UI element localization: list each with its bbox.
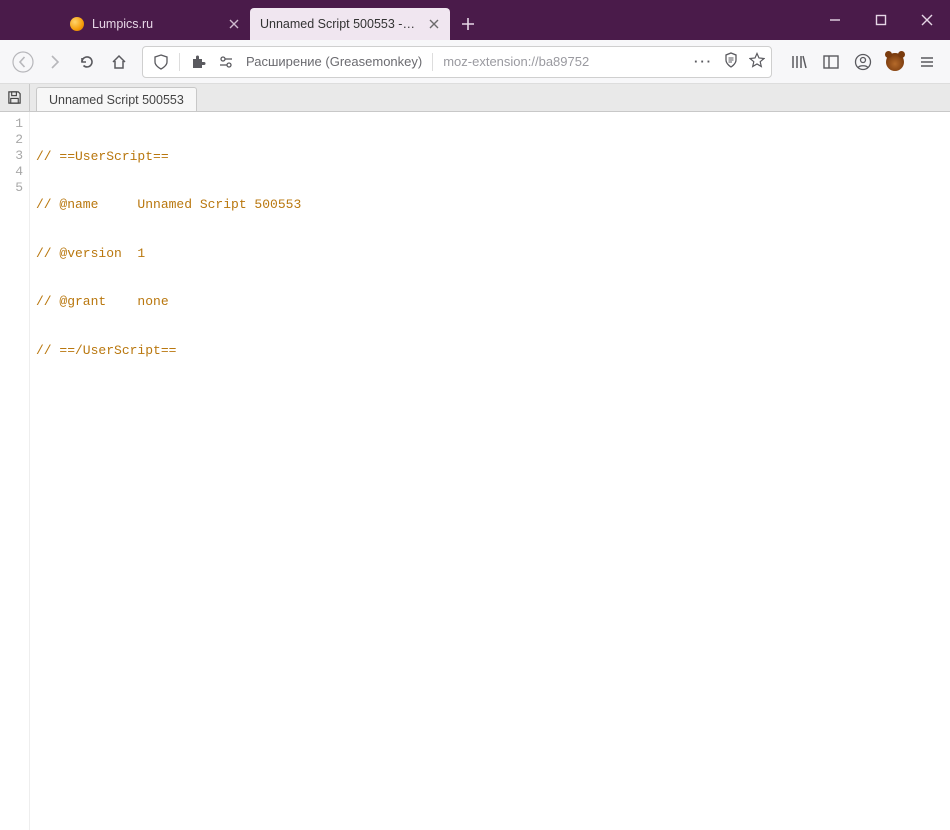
address-bar[interactable]: Расширение (Greasemonkey) moz-extension:… bbox=[142, 46, 772, 78]
separator bbox=[432, 53, 433, 71]
code-line: // ==UserScript== bbox=[36, 149, 301, 165]
line-number: 3 bbox=[0, 148, 23, 164]
editor-tab-label: Unnamed Script 500553 bbox=[49, 93, 184, 107]
nav-toolbar: Расширение (Greasemonkey) moz-extension:… bbox=[0, 40, 950, 84]
menu-icon[interactable] bbox=[912, 47, 942, 77]
new-tab-button[interactable] bbox=[454, 8, 482, 40]
account-icon[interactable] bbox=[848, 47, 878, 77]
code-line: // @version 1 bbox=[36, 246, 301, 262]
code-line: // @grant none bbox=[36, 294, 301, 310]
minimize-button[interactable] bbox=[812, 0, 858, 40]
code-editor[interactable]: 1 2 3 4 5 // ==UserScript== // @name Unn… bbox=[0, 112, 950, 830]
url-text: moz-extension://ba89752 bbox=[439, 54, 593, 69]
extension-icon[interactable] bbox=[186, 54, 210, 70]
window-controls bbox=[812, 0, 950, 40]
shield-icon[interactable] bbox=[149, 54, 173, 70]
sidebar-icon[interactable] bbox=[816, 47, 846, 77]
code-area[interactable]: // ==UserScript== // @name Unnamed Scrip… bbox=[30, 112, 301, 830]
reader-icon[interactable] bbox=[723, 52, 739, 71]
close-icon[interactable] bbox=[426, 16, 442, 32]
editor-tab-bar: Unnamed Script 500553 bbox=[0, 84, 950, 112]
line-number: 2 bbox=[0, 132, 23, 148]
reload-button[interactable] bbox=[72, 47, 102, 77]
line-number: 5 bbox=[0, 180, 23, 196]
bookmark-star-icon[interactable] bbox=[749, 52, 765, 71]
save-button[interactable] bbox=[0, 84, 30, 111]
page-actions-icon[interactable]: ··· bbox=[694, 54, 713, 69]
code-line: // @name Unnamed Script 500553 bbox=[36, 197, 301, 213]
close-icon[interactable] bbox=[226, 16, 242, 32]
line-gutter: 1 2 3 4 5 bbox=[0, 112, 30, 830]
separator bbox=[179, 53, 180, 71]
tab-strip: Lumpics.ru Unnamed Script 500553 - Greas… bbox=[0, 0, 812, 40]
greasemonkey-icon[interactable] bbox=[880, 47, 910, 77]
permissions-icon[interactable] bbox=[214, 54, 238, 70]
code-line: // ==/UserScript== bbox=[36, 343, 301, 359]
back-button[interactable] bbox=[8, 47, 38, 77]
home-button[interactable] bbox=[104, 47, 134, 77]
favicon-lumpics bbox=[70, 17, 84, 31]
maximize-button[interactable] bbox=[858, 0, 904, 40]
toolbar-right bbox=[784, 47, 942, 77]
greasemonkey-editor: Unnamed Script 500553 1 2 3 4 5 // ==Use… bbox=[0, 84, 950, 830]
library-icon[interactable] bbox=[784, 47, 814, 77]
line-number: 1 bbox=[0, 116, 23, 132]
extension-label: Расширение (Greasemonkey) bbox=[242, 54, 426, 69]
title-bar: Lumpics.ru Unnamed Script 500553 - Greas… bbox=[0, 0, 950, 40]
close-window-button[interactable] bbox=[904, 0, 950, 40]
browser-tab-lumpics[interactable]: Lumpics.ru bbox=[60, 8, 250, 40]
browser-tab-greasemonkey[interactable]: Unnamed Script 500553 - Greasemo bbox=[250, 8, 450, 40]
forward-button[interactable] bbox=[40, 47, 70, 77]
line-number: 4 bbox=[0, 164, 23, 180]
tab-title: Lumpics.ru bbox=[92, 17, 218, 31]
editor-tab[interactable]: Unnamed Script 500553 bbox=[36, 87, 197, 111]
tab-title: Unnamed Script 500553 - Greasemo bbox=[260, 17, 418, 31]
